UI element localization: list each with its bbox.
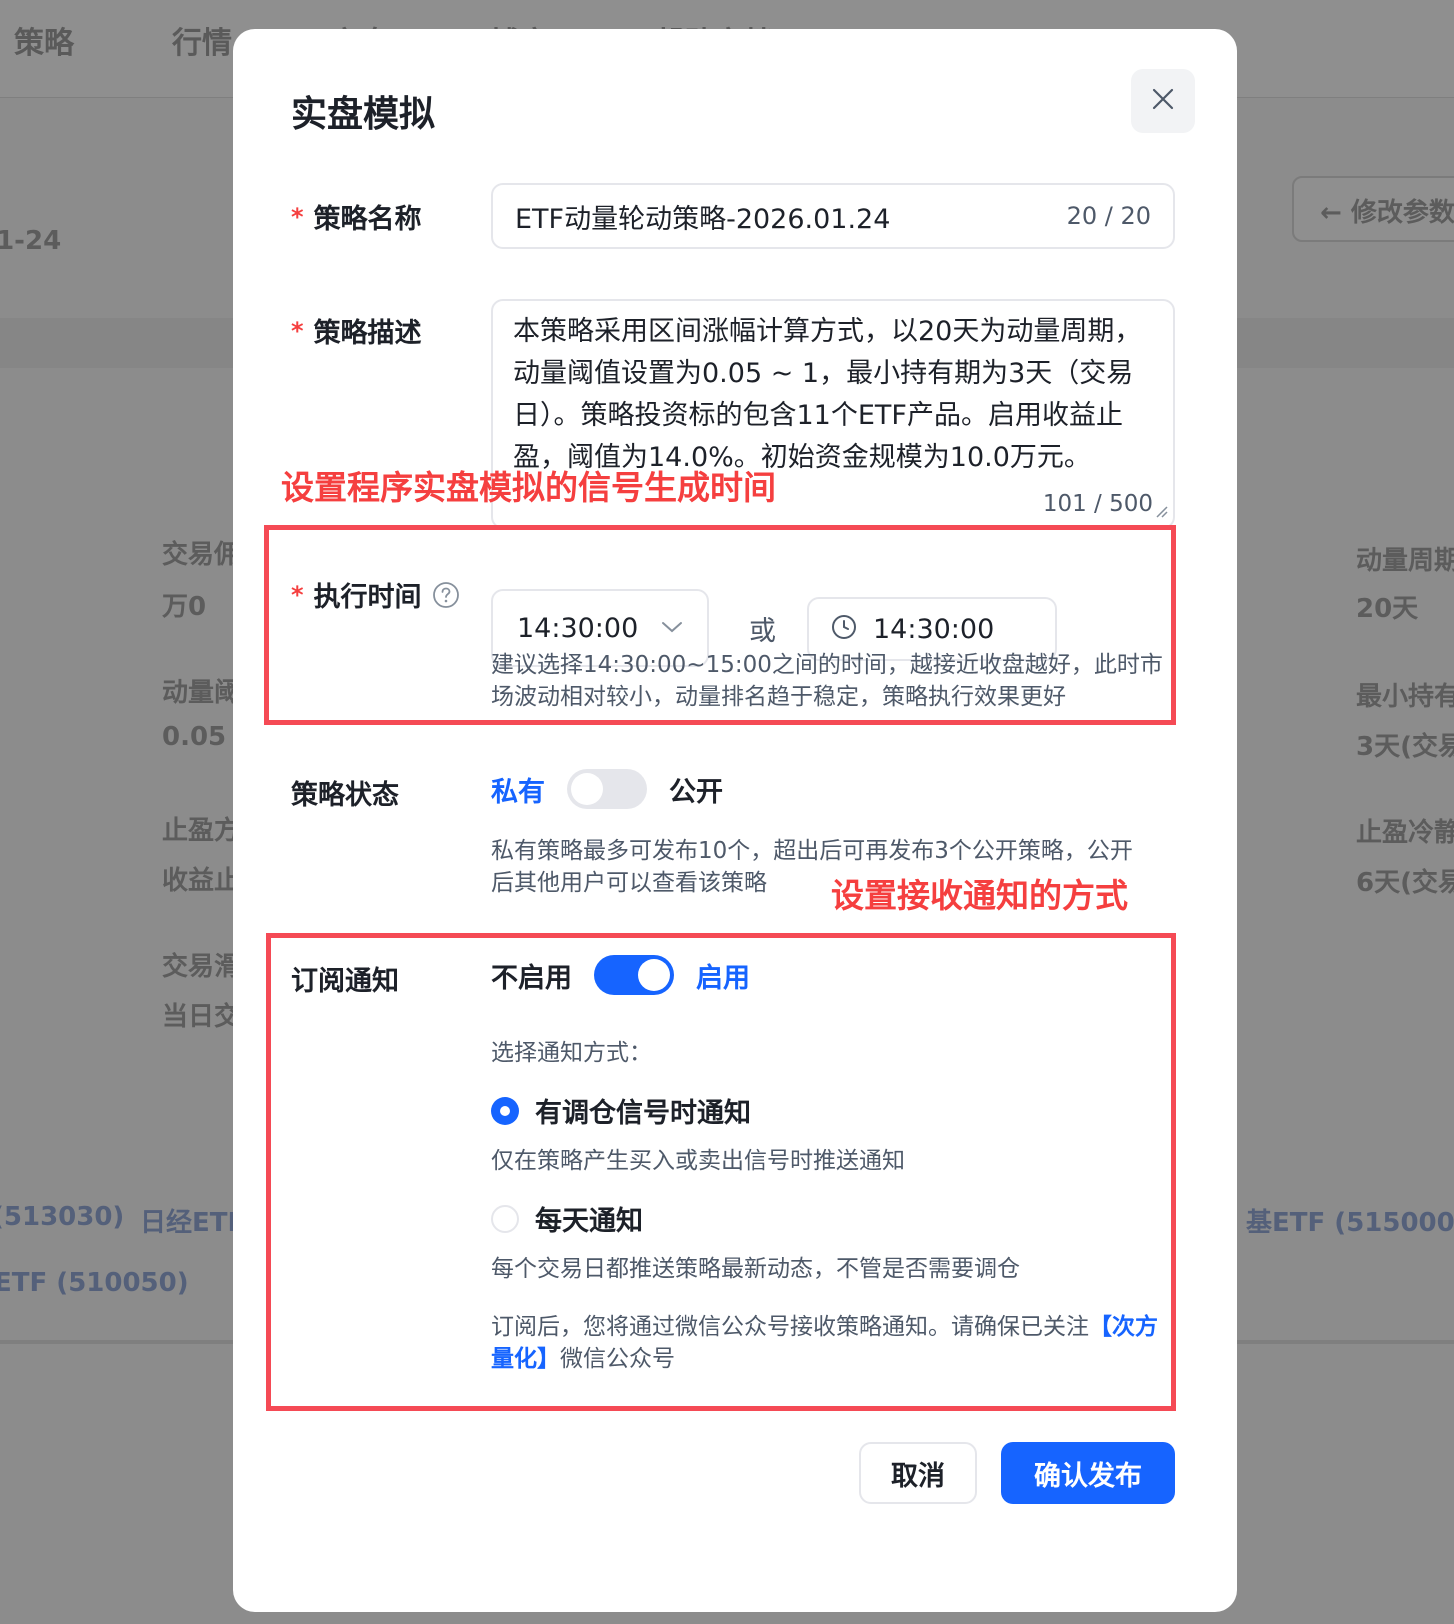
modal-title: 实盘模拟 — [291, 94, 436, 135]
strategy-status-label-text: 策略状态 — [291, 780, 399, 811]
radio-checked-icon[interactable] — [491, 1096, 519, 1125]
chevron-down-icon — [661, 619, 683, 638]
subscribe-footer: 订阅后，您将通过微信公众号接收策略通知。请确保已关注【次方量化】微信公众号 — [491, 1311, 1163, 1375]
close-icon — [1150, 86, 1176, 116]
bg-left-text: 收益止 — [162, 866, 241, 896]
subscribe-footer-text: 订阅后，您将通过微信公众号接收策略通知。请确保已关注 — [491, 1314, 1089, 1340]
exec-time-label-text: 执行时间 — [313, 582, 422, 613]
cancel-button[interactable]: 取消 — [859, 1442, 977, 1504]
bg-etf-tag: 基ETF (515000) — [1246, 1208, 1454, 1238]
bg-nav-item: 行情 — [172, 26, 232, 61]
strategy-name-value: ETF动量轮动策略-2026.01.24 — [515, 203, 891, 235]
status-switch-row: 私有 公开 — [491, 769, 723, 809]
notify-option-signal-label: 有调仓信号时通知 — [535, 1098, 751, 1129]
strategy-desc-label-text: 策略描述 — [313, 318, 422, 349]
bg-left-text: 交易佣 — [162, 540, 241, 570]
bg-right-text: 止盈冷静 — [1356, 818, 1454, 848]
bg-etf-tag: 日经ETF — [140, 1208, 246, 1238]
notify-option-daily[interactable]: 每天通知 — [491, 1199, 643, 1238]
notify-option-signal[interactable]: 有调仓信号时通知 — [491, 1091, 751, 1130]
required-marker: * — [291, 316, 304, 345]
toggle-knob — [571, 773, 603, 805]
radio-unchecked-icon[interactable] — [491, 1204, 519, 1233]
strategy-desc-value: 本策略采用区间涨幅计算方式，以20天为动量周期，动量阈值设置为0.05 ~ 1，… — [513, 316, 1142, 473]
required-marker: * — [291, 580, 304, 609]
bg-left-text: 当日交 — [162, 1002, 241, 1032]
strategy-name-counter: 20 / 20 — [1066, 202, 1151, 230]
notify-option-signal-desc: 仅在策略产生买入或卖出信号时推送通知 — [491, 1148, 905, 1174]
bg-right-text: 6天(交易 — [1356, 868, 1454, 898]
time-annotation: 设置程序实盘模拟的信号生成时间 — [281, 468, 776, 507]
subscribe-label-text: 订阅通知 — [291, 966, 399, 997]
exec-time-picker-value: 14:30:00 — [873, 613, 995, 645]
strategy-desc-label: * 策略描述 — [291, 311, 422, 350]
or-separator: 或 — [749, 616, 776, 647]
bg-nav-item: 策略 — [14, 26, 74, 61]
bg-right-text: 20天 — [1356, 594, 1419, 624]
bg-left-text: 动量阈 — [162, 678, 241, 708]
strategy-name-label-text: 策略名称 — [313, 204, 422, 235]
strategy-name-input[interactable]: ETF动量轮动策略-2026.01.24 20 / 20 — [491, 183, 1175, 249]
subscribe-switch-row: 不启用 启用 — [491, 955, 750, 995]
notify-annotation: 设置接收通知的方式 — [831, 876, 1128, 915]
exec-time-select-value: 14:30:00 — [517, 612, 639, 644]
simulation-modal: 实盘模拟 * 策略名称 ETF动量轮动策略-2026.01.24 20 / 20… — [233, 29, 1237, 1612]
resize-handle-icon[interactable] — [1153, 503, 1169, 523]
bg-back-label: ← 修改参数 — [1320, 198, 1454, 228]
bg-date: 01-24 — [0, 226, 62, 256]
subscribe-label: 订阅通知 — [291, 959, 399, 998]
exec-time-hint: 建议选择14:30:00~15:00之间的时间，越接近收盘越好，此时市场波动相对… — [491, 652, 1163, 710]
strategy-name-label: * 策略名称 — [291, 197, 422, 236]
subscribe-toggle[interactable] — [594, 955, 674, 995]
bg-right-text: 最小持有 — [1356, 682, 1454, 712]
bg-right-text: 动量周期 — [1356, 546, 1454, 576]
subscribe-off-label[interactable]: 不启用 — [491, 956, 572, 995]
status-toggle[interactable] — [567, 769, 647, 809]
subscribe-footer-suffix: 微信公众号 — [560, 1346, 675, 1372]
toggle-knob — [638, 959, 670, 991]
bg-left-text: 交易滑 — [162, 952, 241, 982]
bg-etf-tag: (513030) — [0, 1202, 125, 1232]
notify-option-daily-desc: 每个交易日都推送策略最新动态，不管是否需要调仓 — [491, 1256, 1020, 1282]
notify-method-label: 选择通知方式： — [491, 1040, 652, 1066]
strategy-desc-counter: 101 / 500 — [1036, 491, 1153, 517]
help-icon[interactable] — [432, 581, 460, 609]
bg-left-text: 万0 — [162, 592, 207, 622]
confirm-publish-button[interactable]: 确认发布 — [1001, 1442, 1175, 1504]
bg-left-text: 止盈方 — [162, 816, 241, 846]
bg-back-button: ← 修改参数 — [1292, 176, 1454, 242]
bg-right-text: 3天(交易 — [1356, 732, 1454, 762]
required-marker: * — [291, 202, 304, 231]
status-private-label[interactable]: 私有 — [491, 770, 545, 809]
bg-etf-tag: ETF (510050) — [0, 1268, 189, 1298]
status-public-label[interactable]: 公开 — [669, 770, 723, 809]
exec-time-label: * 执行时间 — [291, 575, 460, 614]
clock-icon — [831, 614, 857, 644]
subscribe-on-label[interactable]: 启用 — [696, 956, 750, 995]
close-button[interactable] — [1131, 69, 1195, 133]
strategy-status-label: 策略状态 — [291, 773, 399, 812]
notify-option-daily-label: 每天通知 — [535, 1206, 643, 1237]
